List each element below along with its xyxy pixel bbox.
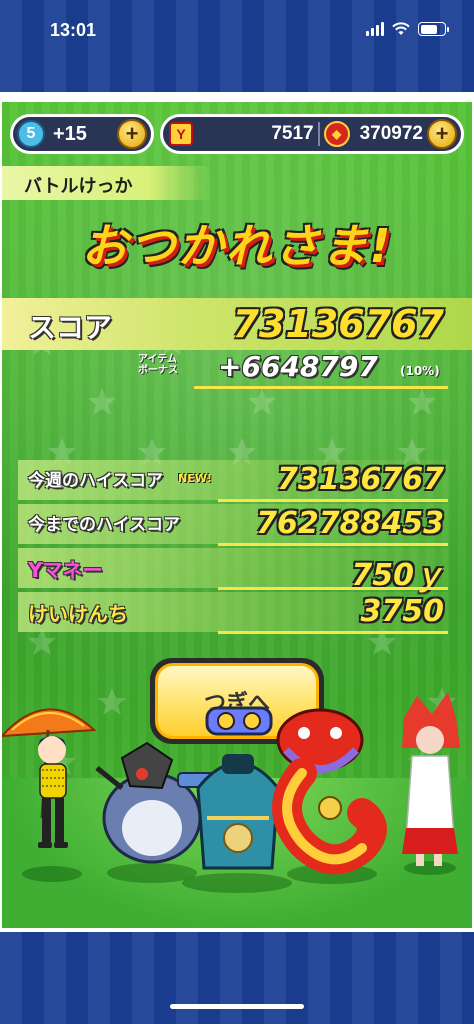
game-frame: 5 +15 + Y 7517 ◆ 370972 + バトルけっか おつかれさま!… bbox=[0, 92, 474, 932]
battery-icon bbox=[418, 22, 449, 36]
ymoney-label: Yマネー bbox=[28, 558, 103, 582]
ticket-icon: Y bbox=[169, 122, 193, 146]
ymoney-row: Yマネー 750ｙ bbox=[18, 548, 448, 593]
weekly-high-score-label: 今週のハイスコア bbox=[28, 471, 164, 491]
alltime-high-score-row: 今までのハイスコア 762788453 bbox=[18, 504, 448, 546]
status-bar: 13:01 bbox=[0, 0, 474, 92]
red-haired-yokai-girl bbox=[402, 692, 460, 866]
weekly-high-score-row: 今週のハイスコア NEW! 73136767 bbox=[18, 460, 448, 502]
characters-group bbox=[2, 692, 460, 893]
item-bonus-label: アイテム ボーナス bbox=[138, 354, 178, 376]
red-snake-yokai bbox=[272, 708, 387, 875]
item-bonus-label-line1: アイテム bbox=[138, 354, 177, 365]
bottom-bar bbox=[0, 932, 474, 1024]
ticket-count: 7517 bbox=[271, 123, 314, 144]
item-bonus-percent: (10%) bbox=[400, 364, 440, 378]
experience-value: 3750 bbox=[360, 594, 445, 629]
mecha-yokai-center bbox=[196, 706, 280, 870]
add-stamina-button[interactable]: + bbox=[117, 119, 147, 149]
ymoney-value: 750ｙ bbox=[351, 558, 444, 593]
stamina-bonus: +15 bbox=[53, 122, 87, 145]
new-badge: NEW! bbox=[178, 472, 212, 485]
alltime-high-score-label: 今までのハイスコア bbox=[28, 515, 181, 535]
item-bonus-value: +6648797 bbox=[218, 350, 378, 383]
boy-with-umbrella bbox=[2, 708, 97, 848]
result-title: おつかれさま! bbox=[81, 219, 393, 273]
wifi-icon bbox=[392, 22, 410, 35]
status-time: 13:01 bbox=[50, 20, 97, 40]
money-pill: Y 7517 ◆ 370972 + bbox=[160, 114, 464, 154]
coin-count: 370972 bbox=[359, 123, 423, 144]
currency-bar: 5 +15 + Y 7517 ◆ 370972 + bbox=[10, 110, 464, 158]
status-icons bbox=[366, 22, 449, 36]
score-row: スコア 73136767 bbox=[2, 298, 472, 350]
add-coins-button[interactable]: + bbox=[427, 119, 457, 149]
item-bonus-label-line2: ボーナス bbox=[138, 365, 178, 376]
battle-result-panel: 5 +15 + Y 7517 ◆ 370972 + バトルけっか おつかれさま!… bbox=[2, 102, 472, 928]
stamina-icon: 5 bbox=[17, 120, 45, 148]
currency-divider bbox=[317, 122, 320, 146]
score-label: スコア bbox=[28, 311, 113, 344]
stamina-pill: 5 +15 + bbox=[10, 114, 154, 154]
experience-row: けいけんち 3750 bbox=[18, 592, 448, 634]
alltime-high-score-value: 762788453 bbox=[256, 506, 444, 541]
score-value: 73136767 bbox=[232, 302, 444, 346]
signal-icon bbox=[366, 22, 384, 36]
section-label: バトルけっか bbox=[2, 166, 212, 200]
home-indicator[interactable] bbox=[170, 1004, 304, 1009]
experience-label: けいけんち bbox=[28, 602, 128, 626]
bonus-underline bbox=[194, 386, 448, 389]
coin-icon: ◆ bbox=[323, 121, 350, 147]
weekly-high-score-value: 73136767 bbox=[277, 462, 444, 497]
